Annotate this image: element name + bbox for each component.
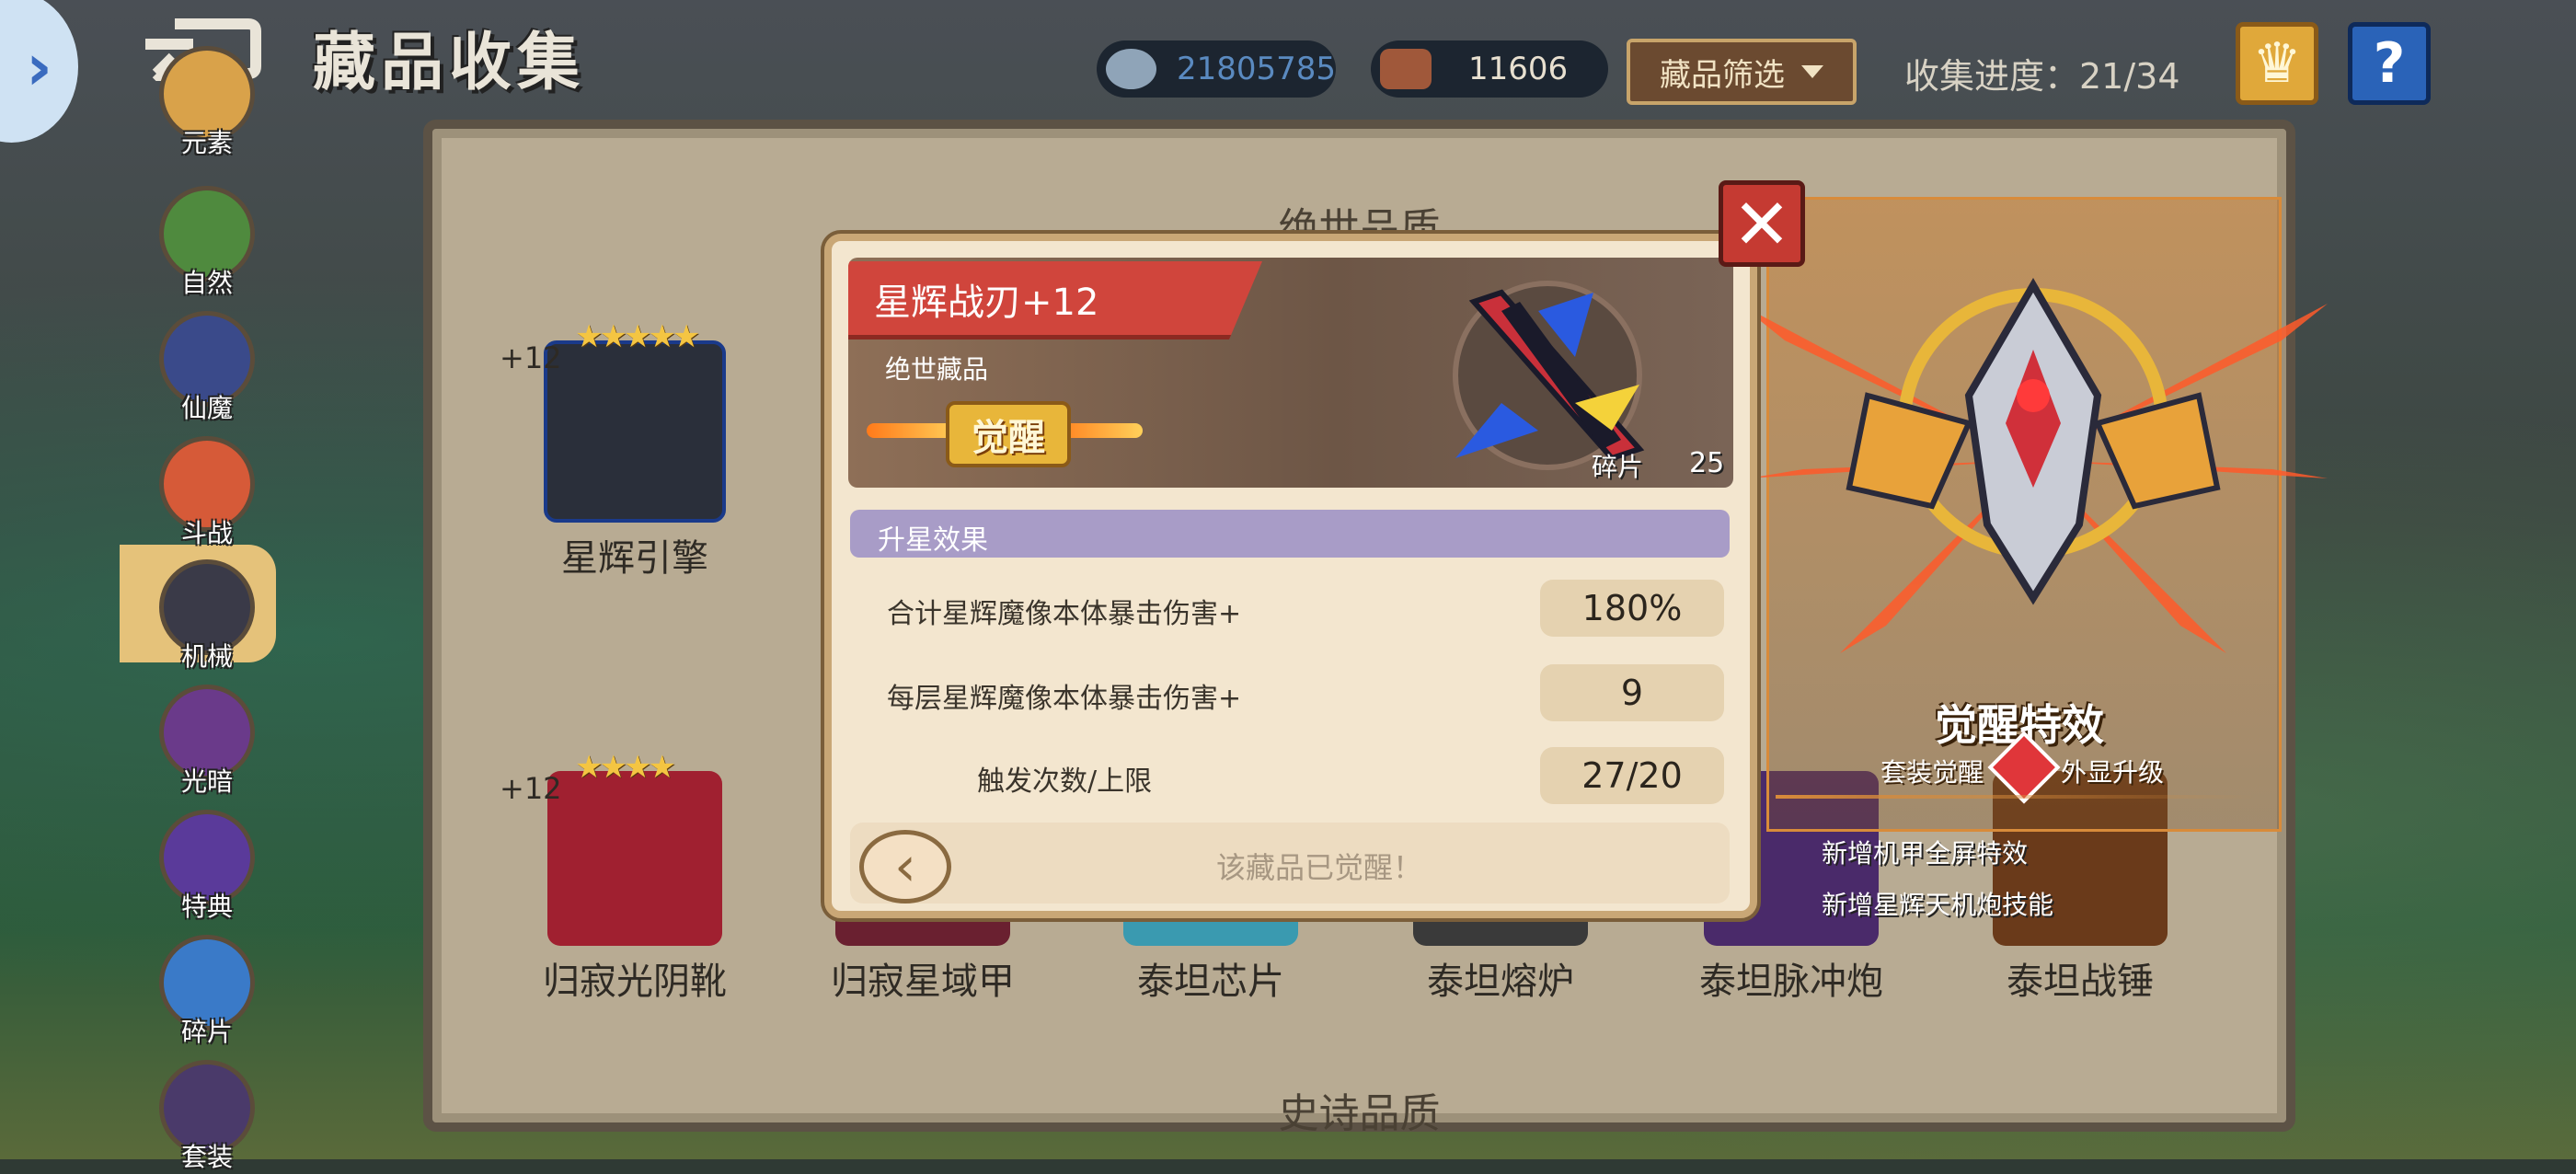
item-name: 泰坦战锤 <box>2007 961 2154 1003</box>
mech-icon <box>1739 278 2328 653</box>
category-element[interactable]: 元素 <box>152 46 262 158</box>
collection-progress: 收集进度：21/34 <box>1904 56 2180 97</box>
set-awaken-tag: 套装觉醒 <box>1880 757 1984 788</box>
item-name: 归寂光阴靴 <box>543 961 727 1003</box>
divider <box>1776 795 2254 799</box>
section-title-epic: 史诗品质 <box>1278 1090 1441 1137</box>
item-name-tag: 星辉战刃+12 <box>848 261 1262 340</box>
fragment-label: 碎片 <box>1592 452 1644 482</box>
chevron-right-icon: › <box>26 29 52 105</box>
ore-icon <box>1380 49 1432 89</box>
category-set[interactable]: 套装 <box>152 1060 262 1172</box>
fragment-count: 25 <box>1689 447 1725 479</box>
star-rating: ★★★★★ <box>575 318 700 355</box>
detail-item-name: 星辉战刃+12 <box>874 282 1099 324</box>
blade-icon <box>1453 281 1645 470</box>
item-card[interactable]: ★★★★★ +12 星辉引擎 <box>500 318 759 581</box>
category-mechanical[interactable]: 机械 <box>152 559 262 672</box>
item-name: 泰坦熔炉 <box>1427 961 1574 1003</box>
awaken-badge: 觉醒 <box>867 396 1143 469</box>
awaken-status: 该藏品已觉醒！ <box>1215 850 1422 885</box>
fx-note: 新增机甲全屏特效 <box>1822 838 2029 869</box>
fx-note: 新增星辉天机炮技能 <box>1822 890 2054 920</box>
awaken-label: 觉醒 <box>946 401 1071 467</box>
item-level: +12 <box>500 340 562 375</box>
gem-value: 11606 <box>1468 51 1569 87</box>
boots-icon <box>547 771 722 946</box>
wing-left <box>867 423 959 438</box>
caret-down-icon <box>1801 65 1823 78</box>
category-battle[interactable]: 斗战 <box>152 436 262 548</box>
close-icon: ✕ <box>1732 182 1791 265</box>
gem-counter: 11606 <box>1371 40 1608 98</box>
stat-label: 每层星辉魔像本体暴击伤害+ <box>887 683 1242 715</box>
coin-counter: 21805785 <box>1097 40 1336 98</box>
stat-value: 9 <box>1540 664 1724 721</box>
item-level: +12 <box>500 771 562 806</box>
quality-label: 绝世藏品 <box>885 354 989 385</box>
coin-value: 21805785 <box>1176 51 1336 87</box>
side-expand-button[interactable]: › <box>0 0 78 143</box>
item-name: 星辉引擎 <box>561 537 708 580</box>
item-card[interactable]: ★★★★ +12 归寂光阴靴 <box>500 749 759 1005</box>
item-banner: 星辉战刃+12 绝世藏品 觉醒 碎片 25 <box>848 258 1733 488</box>
item-name: 归寂星域甲 <box>831 961 1015 1003</box>
filter-dropdown[interactable]: 藏品筛选 <box>1627 39 1857 105</box>
item-detail-popup: 星辉战刃+12 绝世藏品 觉醒 碎片 25 升星效果 合计星辉魔像本体暴击伤害+… <box>824 234 1757 918</box>
item-name: 泰坦芯片 <box>1137 961 1284 1003</box>
stat-label: 合计星辉魔像本体暴击伤害+ <box>887 598 1242 630</box>
engine-icon <box>544 340 726 523</box>
stat-label: 触发次数/上限 <box>977 765 1153 798</box>
crown-button[interactable]: ♛ <box>2236 22 2318 105</box>
star-effect-title: 升星效果 <box>878 524 988 557</box>
top-bar: › 藏品收集 21805785 11606 藏品筛选 收集进度：21/34 ♛ … <box>0 0 2576 143</box>
category-immortal-demon[interactable]: 仙魔 <box>152 311 262 423</box>
stat-value: 27/20 <box>1540 747 1724 804</box>
category-nature[interactable]: 自然 <box>152 186 262 298</box>
appearance-upgrade-tag: 外显升级 <box>2061 757 2165 788</box>
stat-value: 180% <box>1540 580 1724 637</box>
category-special[interactable]: 特典 <box>152 810 262 922</box>
coin-icon <box>1106 49 1156 89</box>
category-light-dark[interactable]: 光暗 <box>152 685 262 797</box>
star-effect-header: 升星效果 <box>850 510 1730 558</box>
filter-label: 藏品筛选 <box>1660 56 1785 94</box>
category-fragment[interactable]: 碎片 <box>152 935 262 1047</box>
star-rating: ★★★★ <box>575 749 676 786</box>
help-icon: ? <box>2373 31 2406 96</box>
help-button[interactable]: ? <box>2348 22 2431 105</box>
crown-icon: ♛ <box>2252 31 2302 96</box>
close-button[interactable]: ✕ <box>1719 180 1805 267</box>
item-name: 泰坦脉冲炮 <box>1699 961 1883 1003</box>
page-title: 藏品收集 <box>313 27 586 99</box>
